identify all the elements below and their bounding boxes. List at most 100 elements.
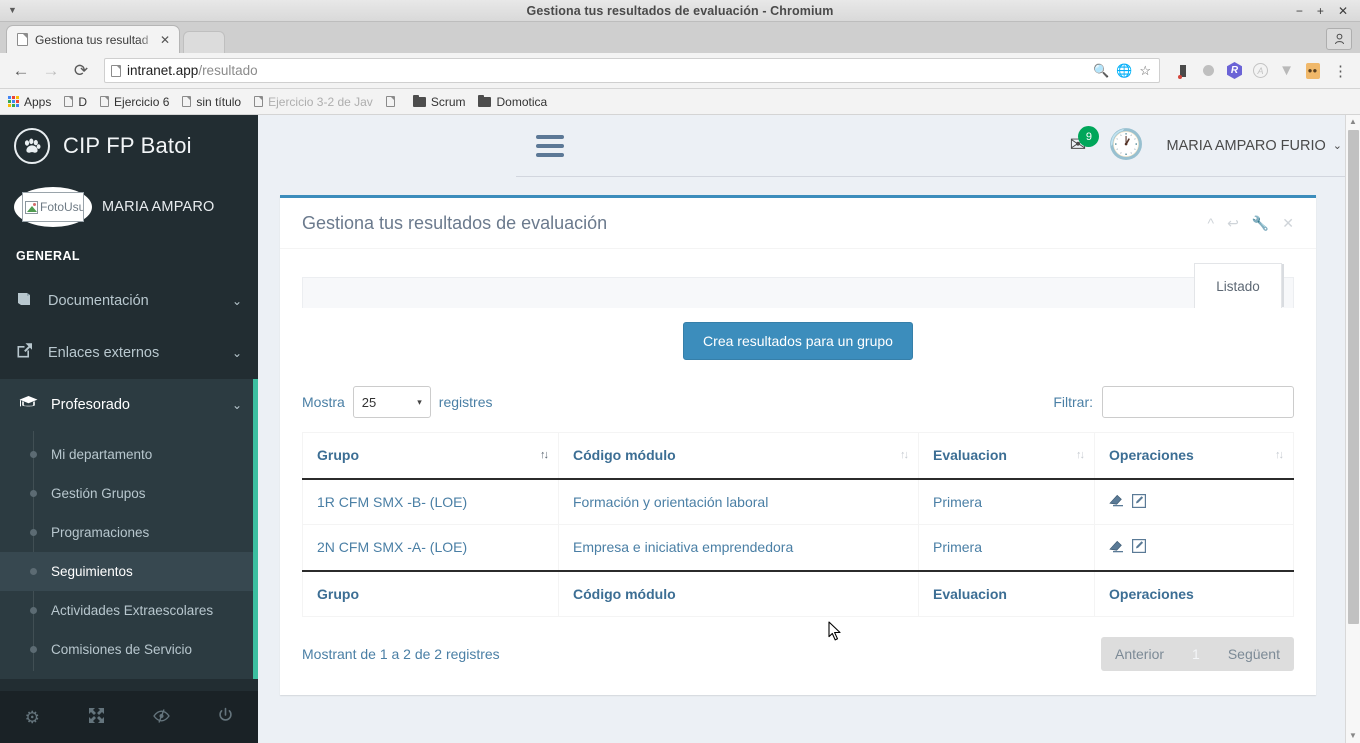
panel-header: Gestiona tus resultados de evaluación ^ … [280,198,1316,249]
bookmark-item[interactable]: Ejercicio 3-2 de Jav [254,95,373,109]
translate-icon[interactable]: 🌐 [1116,63,1132,79]
bookmark-label: D [78,94,88,109]
sidebar-item-actividades-extraescolares[interactable]: Actividades Extraescolares [0,591,258,630]
sidebar-item-enlaces-externos[interactable]: Enlaces externos ⌄ [0,327,258,379]
doc-icon [182,96,192,107]
browser-tab[interactable]: Gestiona tus resultad ✕ [6,25,180,53]
star-icon[interactable]: ☆ [1139,63,1151,79]
wrench-icon[interactable]: 🔧 [1252,216,1269,230]
orange-box-icon[interactable]: ●● [1304,62,1321,79]
messages-button[interactable]: ✉ 9 [1070,126,1100,156]
scroll-up-arrow-icon[interactable]: ▲ [1349,115,1357,129]
sidebar-user-panel[interactable]: FotoUsu MARIA AMPARO [0,177,258,237]
tab-strip-bar [302,277,1294,308]
filter-label: Filtrar: [1053,394,1093,410]
bookmark-apps[interactable]: Apps [8,95,51,109]
expand-icon[interactable] [65,707,130,727]
sidebar-item-comisiones-de-servicio[interactable]: Comisiones de Servicio [0,630,258,669]
bookmark-item[interactable]: D [64,95,87,109]
tab-label: Listado [1216,278,1260,294]
close-window-button[interactable]: ✕ [1338,5,1348,17]
page-info-icon[interactable] [111,64,121,77]
bookmark-label: Ejercicio 6 [114,94,170,109]
sidebar-item-seguimientos[interactable]: Seguimientos [0,552,258,591]
bookmark-item[interactable]: sin título [182,95,241,109]
sort-icon[interactable]: ↑↓ [1076,449,1085,461]
scroll-down-arrow-icon[interactable]: ▼ [1349,729,1357,743]
tab-close-icon[interactable]: ✕ [157,33,173,47]
browser-menu-button[interactable]: ⋮ [1329,62,1352,80]
zoom-icon[interactable]: 🔍 [1093,63,1109,79]
broken-image-icon: FotoUsu [22,192,84,222]
new-tab-button[interactable] [183,31,225,53]
doc-icon [100,96,110,107]
bookmark-folder[interactable]: Scrum [412,94,465,109]
sidebar-item-label: Programaciones [51,525,150,540]
tab-listado[interactable]: Listado [1194,263,1282,308]
datatable-footer: Mostrant de 1 a 2 de 2 registres Anterio… [302,637,1294,671]
pagination-next[interactable]: Següent [1214,637,1294,671]
bullet-icon [30,646,37,653]
eraser-icon[interactable] [1109,540,1124,555]
minimize-button[interactable]: − [1296,5,1303,17]
r-hex-icon[interactable]: R [1226,62,1243,79]
gear-icon[interactable]: ⚙ [0,709,65,726]
scrollbar-thumb[interactable] [1347,130,1359,624]
main-panel: Gestiona tus resultados de evaluación ^ … [280,195,1316,695]
paw-print-icon [14,128,50,164]
back-button[interactable]: ← [8,58,34,84]
clock-icon[interactable]: 🕐 [1108,131,1144,160]
sidebar-item-mi-departamento[interactable]: Mi departamento [0,435,258,474]
address-bar[interactable]: intranet.app/resultado 🔍 🌐 ☆ [104,58,1160,83]
edit-icon[interactable] [1132,493,1147,510]
bookmark-folder[interactable]: Domotica [478,94,547,109]
profile-button[interactable] [1326,28,1352,50]
page-scrollbar[interactable]: ▲ ▼ [1345,115,1360,743]
power-icon[interactable] [194,707,259,727]
chevron-up-icon[interactable]: ^ [1208,216,1215,230]
undo-icon[interactable]: ↩ [1227,216,1239,230]
create-results-button[interactable]: Crea resultados para un grupo [683,322,913,360]
datatable-controls: Mostra 25 ▾ registres Filtrar: [302,386,1294,418]
reload-button[interactable]: ⟳ [68,58,94,84]
close-icon[interactable]: ✕ [1282,216,1294,230]
brand[interactable]: CIP FP Batoi [0,115,258,177]
browser-tabstrip: Gestiona tus resultad ✕ [0,22,1360,53]
panel-tools: ^ ↩ 🔧 ✕ [1208,216,1294,230]
cell-grupo: 2N CFM SMX -A- (LOE) [302,524,559,571]
bookmark-item[interactable]: Ejercicio 6 [100,95,169,109]
column-header-evaluacion[interactable]: Evaluacion ↑↓ [918,432,1095,480]
user-menu[interactable]: MARIA AMPARO FURIO ⌄ [1167,138,1342,154]
page-length-select[interactable]: 25 ▾ [352,386,431,418]
evernote-icon[interactable] [1174,62,1191,79]
column-header-grupo[interactable]: Grupo ↑↓ [302,432,559,480]
sidebar-item-profesorado[interactable]: Profesorado ⌄ [0,379,258,431]
maximize-button[interactable]: + [1317,5,1324,17]
pagination-page-1[interactable]: 1 [1178,637,1214,671]
forward-button[interactable]: → [38,58,64,84]
eye-slash-icon[interactable] [129,708,194,727]
column-header-codigo-modulo[interactable]: Código módulo ↑↓ [558,432,919,480]
sidebar-item-programaciones[interactable]: Programaciones [0,513,258,552]
sidebar-item-gestion-grupos[interactable]: Gestión Grupos [0,474,258,513]
pagination-prev[interactable]: Anterior [1101,637,1178,671]
panel-body: Listado Crea resultados para un grupo Mo… [280,249,1316,671]
table-row[interactable]: 2N CFM SMX -A- (LOE) Empresa e iniciativ… [302,524,1294,571]
results-table: Grupo ↑↓ Código módulo ↑↓ Evaluacion ↑↓ [302,432,1294,617]
address-bar-url: intranet.app/resultado [127,63,258,78]
sidebar-item-documentacion[interactable]: Documentación ⌄ [0,275,258,327]
sort-icon[interactable]: ↑↓ [900,449,909,461]
table-row[interactable]: 1R CFM SMX -B- (LOE) Formación y orienta… [302,478,1294,525]
eraser-icon[interactable] [1109,494,1124,509]
filter-input[interactable] [1102,386,1294,418]
v-icon[interactable]: ▼ [1278,62,1295,79]
edit-icon[interactable] [1132,539,1147,555]
column-header-operaciones[interactable]: Operaciones ↑↓ [1094,432,1294,480]
grey-dot-icon[interactable] [1200,62,1217,79]
datatable-info: Mostrant de 1 a 2 de 2 registres [302,646,500,662]
bookmark-item[interactable] [385,96,400,107]
sort-asc-active-icon[interactable]: ↑↓ [540,449,549,461]
sort-icon[interactable]: ↑↓ [1275,449,1284,461]
hamburger-icon[interactable] [536,134,564,157]
angular-icon[interactable]: A [1252,62,1269,79]
